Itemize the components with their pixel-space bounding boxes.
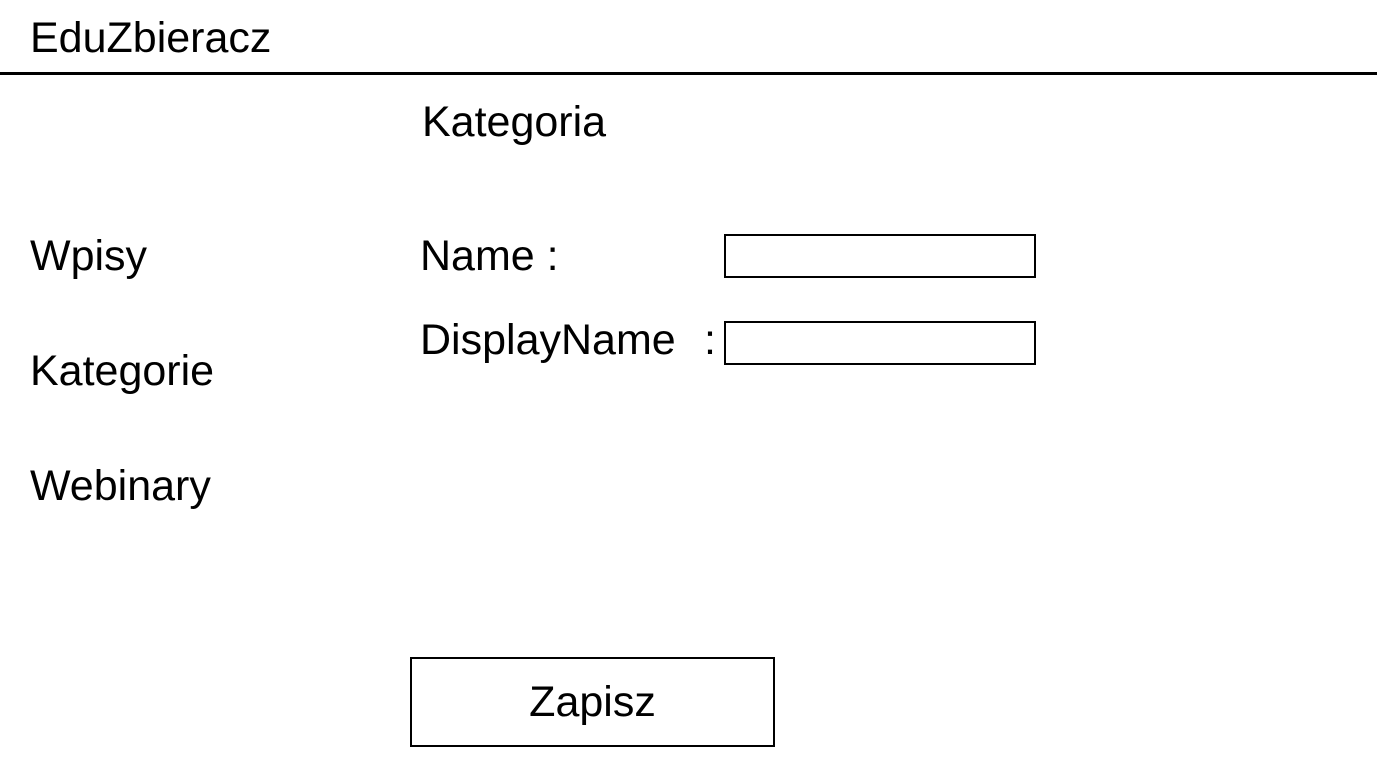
display-name-colon: : [704, 316, 716, 364]
sidebar-item-wpisy[interactable]: Wpisy [30, 230, 147, 282]
sidebar-item-webinary[interactable]: Webinary [30, 460, 211, 512]
page-title: Kategoria [422, 98, 607, 146]
header-divider [0, 72, 1377, 75]
sidebar-item-kategorie[interactable]: Kategorie [30, 345, 214, 397]
save-button[interactable]: Zapisz [410, 657, 775, 747]
display-name-label: DisplayName [420, 316, 676, 364]
app-title: EduZbieracz [30, 14, 272, 62]
name-label: Name : [420, 232, 559, 280]
name-input[interactable] [724, 234, 1036, 278]
display-name-input[interactable] [724, 321, 1036, 365]
